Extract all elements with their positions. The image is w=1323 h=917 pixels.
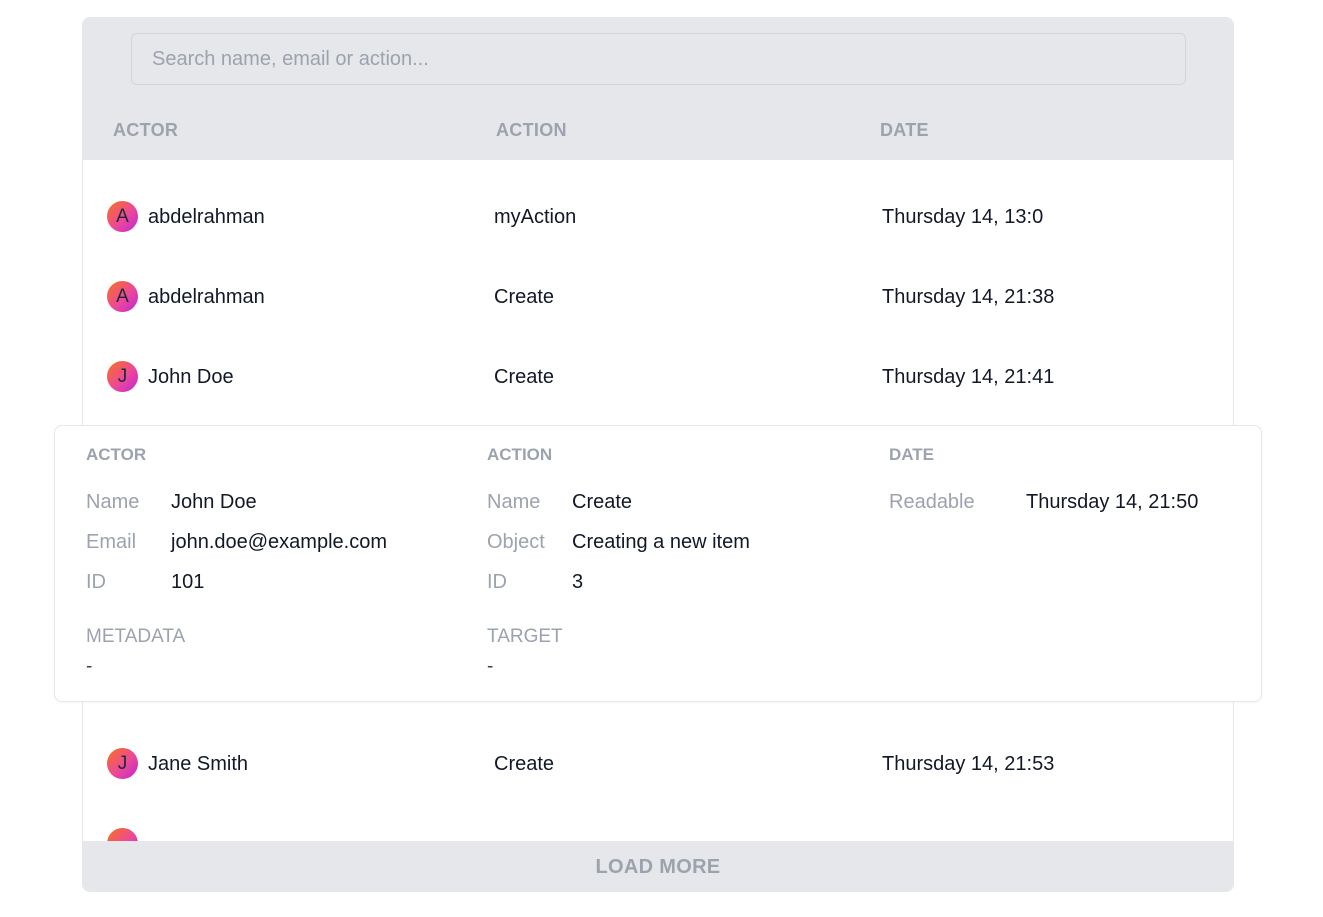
detail-action-id: 3 — [572, 571, 584, 593]
detail-date-readable: Thursday 14, 21:50 — [1026, 491, 1199, 513]
avatar: J — [107, 748, 138, 779]
avatar: A — [107, 201, 138, 232]
avatar: J — [107, 361, 138, 392]
detail-action-heading: ACTION — [487, 445, 553, 464]
detail-date-heading: DATE — [889, 445, 935, 464]
table-row[interactable]: A abdelrahman myAction Thursday 14, 13:0 — [83, 177, 1233, 257]
detail-actor-id: 101 — [171, 571, 205, 593]
table-header: ACTOR ACTION DATE — [83, 18, 1233, 160]
detail-actor-email-label: Email — [86, 531, 137, 553]
actor-name: abdelrahman — [148, 286, 265, 308]
detail-target-value: - — [487, 656, 494, 677]
column-header-actor[interactable]: ACTOR — [113, 120, 178, 141]
action-date: Thursday 14, 13:0 — [882, 206, 1044, 228]
action-name: Create — [494, 286, 555, 308]
search-input[interactable] — [131, 33, 1186, 85]
detail-action-name: Create — [572, 491, 633, 513]
actor-name: Jane Smith — [148, 753, 249, 775]
detail-metadata-value: - — [86, 656, 93, 677]
column-header-date[interactable]: DATE — [880, 120, 929, 141]
detail-action-object-label: Object — [487, 531, 545, 553]
detail-target-label: TARGET — [487, 626, 563, 647]
action-name: Create — [494, 366, 555, 388]
detail-action-object: Creating a new item — [572, 531, 750, 553]
detail-action-name-label: Name — [487, 491, 541, 513]
action-name: Create — [494, 753, 555, 775]
column-header-action[interactable]: ACTION — [496, 120, 567, 141]
detail-actor-heading: ACTOR — [86, 445, 147, 464]
load-more-button[interactable]: LOAD MORE — [83, 841, 1233, 891]
action-date: Thursday 14, 21:41 — [882, 366, 1055, 388]
action-date: Thursday 14, 21:38 — [882, 286, 1055, 308]
detail-date-readable-label: Readable — [889, 491, 975, 513]
table-row[interactable]: J Jane Smith Create Thursday 14, 21:53 — [83, 724, 1233, 804]
avatar: A — [107, 281, 138, 312]
action-date: Thursday 14, 21:53 — [882, 753, 1055, 775]
table-row[interactable]: J John Doe Create Thursday 14, 21:41 — [83, 337, 1233, 417]
detail-actor-name-label: Name — [86, 491, 140, 513]
detail-actor-id-label: ID — [86, 571, 106, 593]
actor-name: abdelrahman — [148, 206, 265, 228]
detail-actor-name: John Doe — [171, 491, 257, 513]
table-row[interactable]: A abdelrahman Create Thursday 14, 21:38 — [83, 257, 1233, 337]
action-name: myAction — [494, 206, 577, 228]
actor-name: John Doe — [148, 366, 234, 388]
detail-action-id-label: ID — [487, 571, 507, 593]
detail-actor-email: john.doe@example.com — [171, 531, 387, 553]
detail-metadata-label: METADATA — [86, 626, 186, 647]
row-detail-panel: ACTOR Name John Doe Email john.doe@examp… — [54, 425, 1262, 702]
